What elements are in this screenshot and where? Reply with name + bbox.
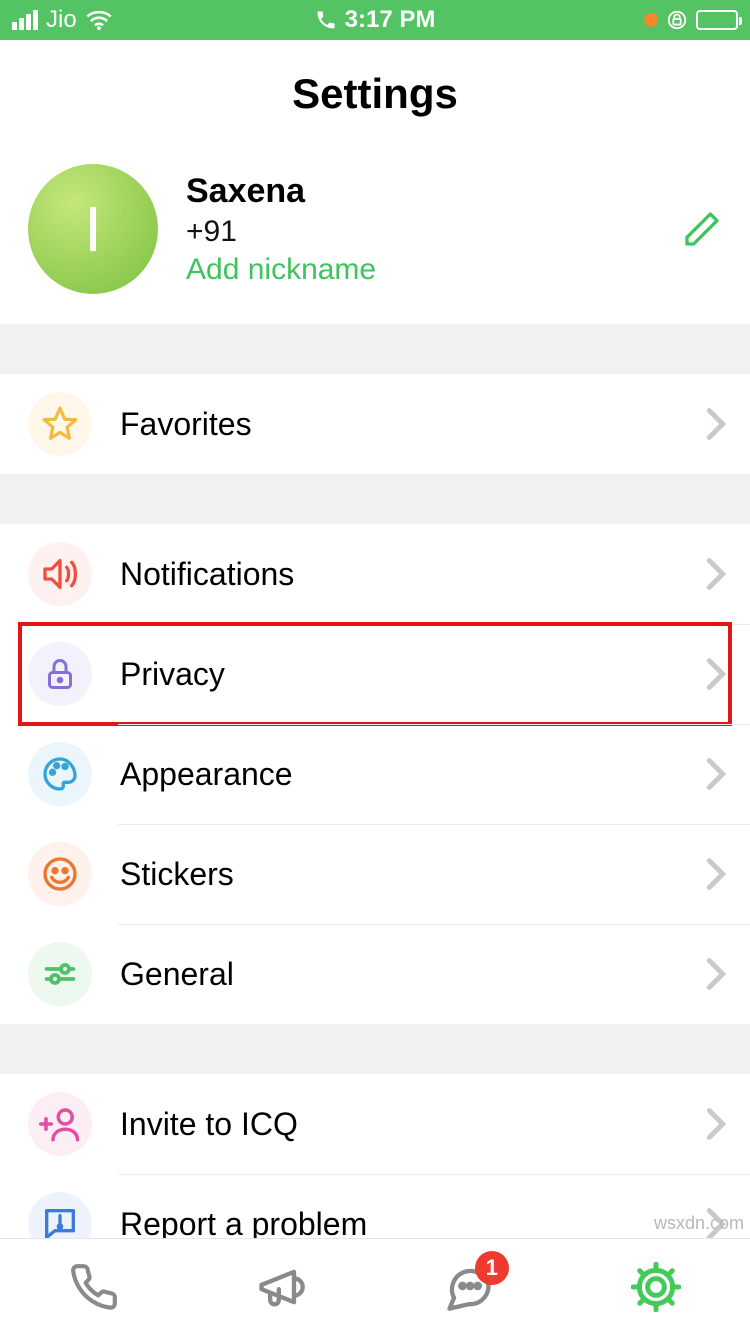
tab-bar: 1 xyxy=(0,1238,750,1334)
call-icon xyxy=(315,9,337,31)
chevron-right-icon xyxy=(706,657,726,691)
star-icon xyxy=(28,392,92,456)
report-label: Report a problem xyxy=(120,1206,706,1243)
tab-channels[interactable] xyxy=(251,1257,311,1317)
chevron-right-icon xyxy=(706,857,726,891)
notifications-label: Notifications xyxy=(120,556,706,593)
stickers-row[interactable]: Stickers xyxy=(0,824,750,924)
profile-phone: +91 xyxy=(186,215,654,249)
speaker-icon xyxy=(28,542,92,606)
add-person-icon xyxy=(28,1092,92,1156)
page-title: Settings xyxy=(0,70,750,118)
palette-icon xyxy=(28,742,92,806)
dot-icon xyxy=(644,13,658,27)
favorites-row[interactable]: Favorites xyxy=(0,374,750,474)
signal-icon xyxy=(12,10,38,30)
status-bar: Jio 3:17 PM xyxy=(0,0,750,40)
invite-label: Invite to ICQ xyxy=(120,1106,706,1143)
status-time: 3:17 PM xyxy=(345,6,436,34)
chevron-right-icon xyxy=(706,757,726,791)
avatar: I xyxy=(28,164,158,294)
general-row[interactable]: General xyxy=(0,924,750,1024)
privacy-label: Privacy xyxy=(120,656,706,693)
avatar-initial: I xyxy=(84,192,102,266)
smiley-icon xyxy=(28,842,92,906)
wifi-icon xyxy=(85,9,113,31)
tab-chats[interactable]: 1 xyxy=(439,1257,499,1317)
sliders-icon xyxy=(28,942,92,1006)
tab-calls[interactable] xyxy=(64,1257,124,1317)
add-nickname-link[interactable]: Add nickname xyxy=(186,253,654,287)
favorites-label: Favorites xyxy=(120,406,706,443)
tab-settings[interactable] xyxy=(626,1257,686,1317)
chevron-right-icon xyxy=(706,957,726,991)
appearance-label: Appearance xyxy=(120,756,706,793)
watermark: wsxdn.com xyxy=(654,1213,744,1234)
battery-icon xyxy=(696,10,738,30)
notifications-row[interactable]: Notifications xyxy=(0,524,750,624)
profile-name: Saxena xyxy=(186,172,654,211)
general-label: General xyxy=(120,956,706,993)
page-header: Settings xyxy=(0,40,750,146)
stickers-label: Stickers xyxy=(120,856,706,893)
carrier-label: Jio xyxy=(46,6,77,34)
rotation-lock-icon xyxy=(666,9,688,31)
chevron-right-icon xyxy=(706,557,726,591)
lock-icon xyxy=(28,642,92,706)
chevron-right-icon xyxy=(706,407,726,441)
profile-section[interactable]: I Saxena +91 Add nickname xyxy=(0,146,750,324)
invite-row[interactable]: Invite to ICQ xyxy=(0,1074,750,1174)
privacy-row[interactable]: Privacy xyxy=(0,624,750,724)
chats-badge: 1 xyxy=(475,1251,509,1285)
edit-profile-button[interactable] xyxy=(682,209,722,249)
appearance-row[interactable]: Appearance xyxy=(0,724,750,824)
chevron-right-icon xyxy=(706,1107,726,1141)
